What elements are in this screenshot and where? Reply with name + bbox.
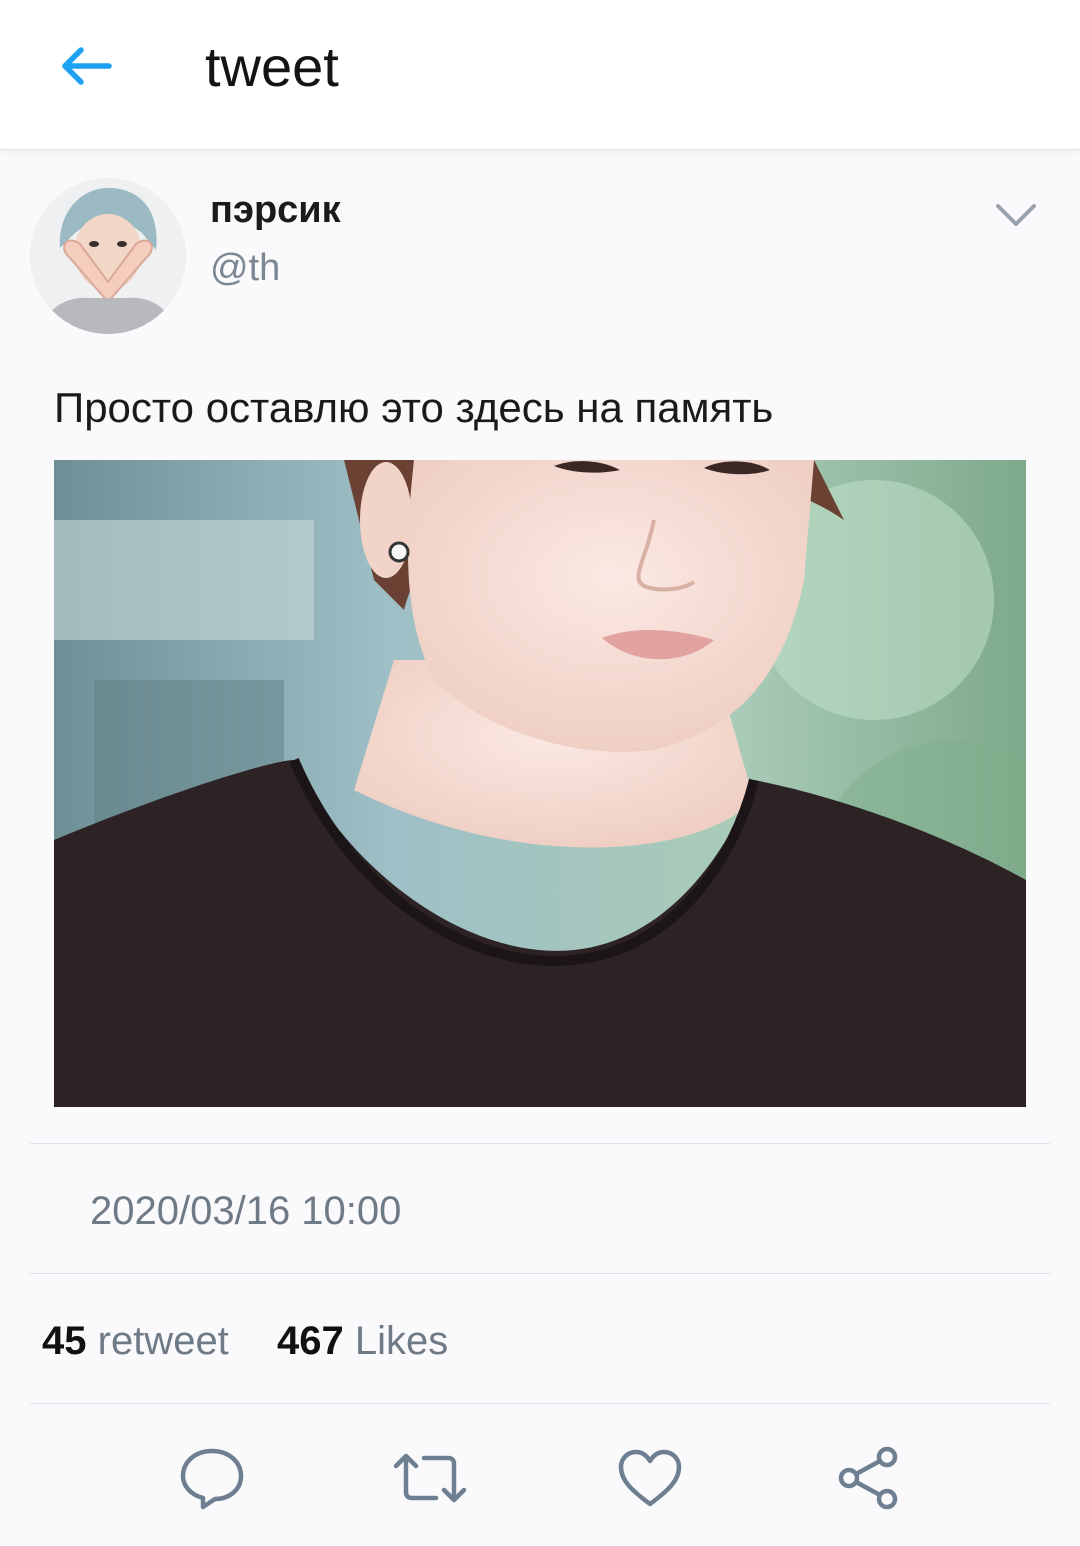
divider: [30, 1273, 1050, 1274]
tweet-media-image[interactable]: [54, 460, 1026, 1107]
retweets-label: retweet: [97, 1319, 229, 1363]
share-button[interactable]: [830, 1440, 906, 1516]
divider: [30, 1143, 1050, 1144]
like-button[interactable]: [612, 1440, 688, 1516]
page-title: tweet: [205, 35, 339, 98]
tweet-stats: 45 retweet 467 Likes: [42, 1316, 448, 1366]
retweets-stat[interactable]: 45 retweet: [42, 1319, 240, 1363]
arrow-left-icon: [62, 47, 112, 85]
like-icon: [618, 1449, 682, 1507]
more-options-button[interactable]: [986, 192, 1046, 238]
tweet-timestamp: 2020/03/16 10:00: [90, 1189, 402, 1233]
retweet-button[interactable]: [392, 1440, 468, 1516]
likes-count: 467: [277, 1319, 344, 1363]
retweets-count: 45: [42, 1319, 87, 1363]
likes-label: Likes: [354, 1319, 449, 1363]
author-display-name[interactable]: пэрсик: [210, 186, 341, 234]
reply-button[interactable]: [174, 1440, 250, 1516]
top-bar: tweet: [0, 0, 1080, 150]
tweet-text: Просто оставлю это здесь на память: [54, 384, 774, 431]
likes-stat[interactable]: 467 Likes: [266, 1319, 448, 1363]
reply-icon: [180, 1448, 244, 1510]
divider: [30, 1403, 1050, 1404]
photo: [54, 460, 1026, 1107]
avatar[interactable]: [30, 178, 186, 334]
author-handle[interactable]: @th: [210, 244, 280, 292]
avatar-image: [30, 178, 186, 334]
share-icon: [838, 1446, 898, 1510]
chevron-down-icon: [996, 204, 1036, 226]
back-button[interactable]: [52, 36, 118, 96]
retweet-icon: [393, 1453, 467, 1503]
